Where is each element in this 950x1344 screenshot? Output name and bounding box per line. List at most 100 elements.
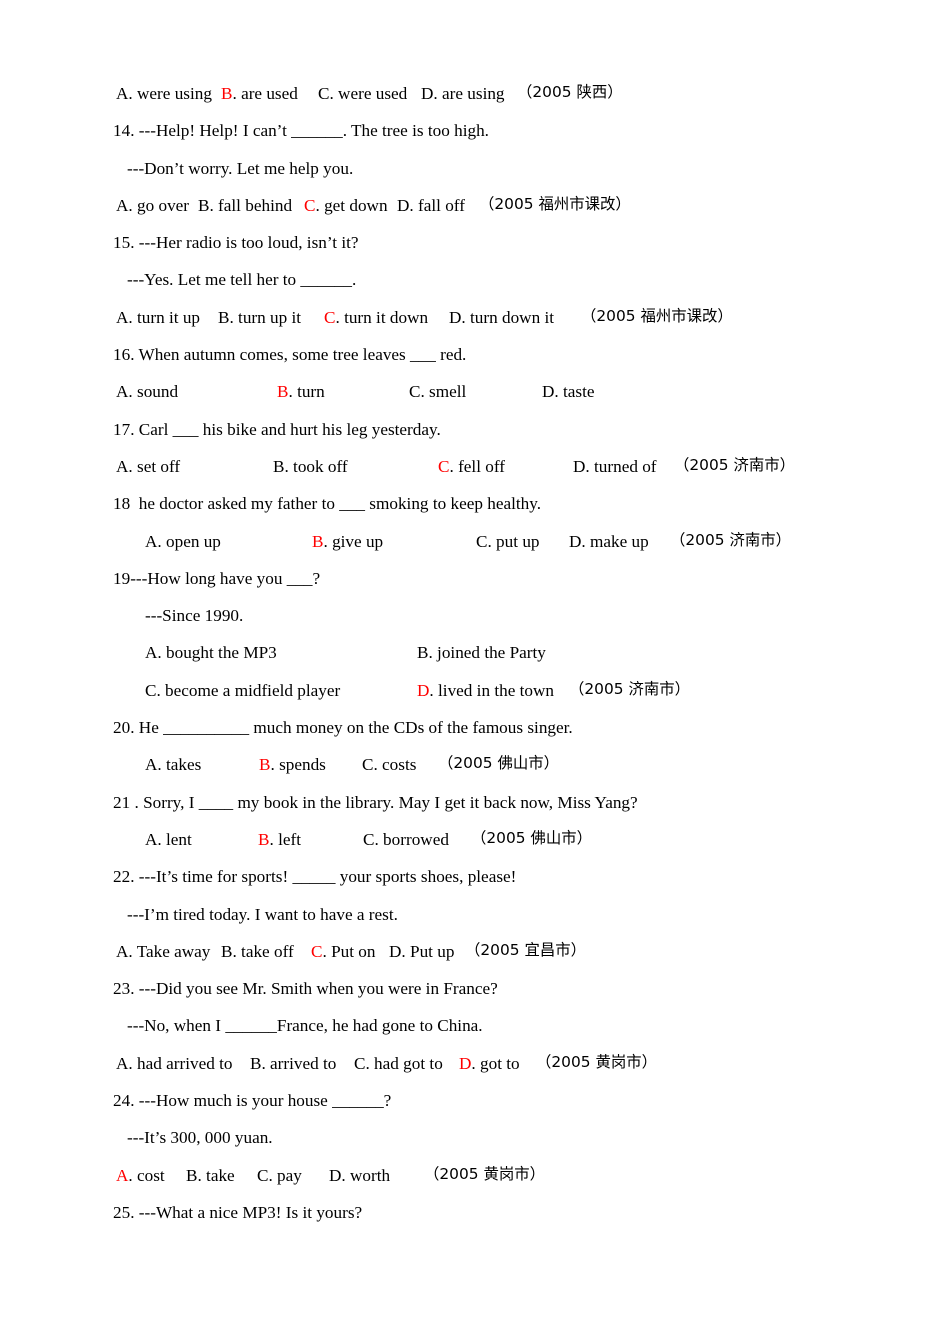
- answer-letter: A: [116, 1165, 129, 1185]
- option-row-14: A. go over B. fall behind C. get down D.…: [113, 194, 873, 234]
- option-b-17: B. took off: [273, 456, 348, 476]
- option-a-17: A. set off: [116, 456, 181, 476]
- option-c-24: C. pay: [257, 1165, 302, 1185]
- option-row-19-top: A. bought the MP3 B. joined the Party: [113, 644, 873, 681]
- source-tag-q13: （2005 陕西）: [517, 83, 623, 101]
- answer-letter: B: [221, 84, 233, 103]
- option-a-18: A. open up: [145, 531, 221, 551]
- question-reply-24: ---It’s 300, 000 yuan.: [127, 1128, 273, 1148]
- answer-letter: C: [304, 195, 316, 215]
- source-tag-20: （2005 佛山市）: [438, 754, 560, 773]
- answer-letter: B: [258, 829, 270, 849]
- source-tag-23: （2005 黄岗市）: [536, 1052, 658, 1071]
- option-a-q13: A. were using: [116, 84, 212, 103]
- question-reply-15: ---Yes. Let me tell her to ______.: [127, 270, 357, 290]
- answer-letter: D: [459, 1053, 472, 1073]
- option-b-22: B. take off: [221, 941, 294, 961]
- option-c-23: C. had got to: [354, 1053, 443, 1073]
- option-row-16: A. sound B. turn C. smell D. taste: [113, 383, 873, 420]
- source-tag-24: （2005 黄岗市）: [424, 1164, 546, 1183]
- option-b-24: B. take: [186, 1165, 235, 1185]
- source-tag-22: （2005 宜昌市）: [465, 940, 587, 959]
- option-row-19-bottom: C. become a midfield player D. lived in …: [113, 679, 873, 719]
- source-tag-14: （2005 福州市课改）: [479, 194, 631, 213]
- option-c-18: C. put up: [476, 531, 540, 551]
- source-tag-19: （2005 济南市）: [569, 679, 691, 698]
- option-c-22: C. Put on: [311, 943, 389, 960]
- question-stem-19: 19---How long have you ___?: [113, 568, 321, 588]
- option-row-24: A. cost B. take C. pay D. worth （2005 黄岗…: [113, 1164, 873, 1204]
- answer-letter: B: [312, 531, 324, 551]
- question-stem-23: 23. ---Did you see Mr. Smith when you we…: [113, 979, 498, 999]
- question-reply-19: ---Since 1990.: [145, 606, 244, 626]
- question-reply-14: ---Don’t worry. Let me help you.: [127, 158, 354, 178]
- option-c-text: . turn it down: [335, 307, 429, 327]
- option-d-17: D. turned of: [573, 456, 657, 476]
- option-d-16: D. taste: [542, 382, 595, 402]
- option-b-20: B. spends: [259, 756, 362, 773]
- option-row-q13: A. were using B. are used C. were used D…: [113, 83, 873, 122]
- question-stem-17: 17. Carl ___ his bike and hurt his leg y…: [113, 419, 441, 439]
- question-stem-18: 18 he doctor asked my father to ___ smok…: [113, 494, 541, 514]
- question-stem-25: 25. ---What a nice MP3! Is it yours?: [113, 1202, 363, 1222]
- option-c-21: C. borrowed: [363, 829, 449, 849]
- question-reply-23: ---No, when I ______France, he had gone …: [127, 1016, 483, 1036]
- question-stem-14: 14. ---Help! Help! I can’t ______. The t…: [113, 121, 489, 141]
- source-tag-18: （2005 济南市）: [670, 530, 792, 549]
- option-c-text: . Put on: [322, 941, 376, 961]
- option-d-15: D. turn down it: [449, 307, 555, 327]
- option-d-q13: D. are using: [421, 84, 505, 103]
- option-b-text: . left: [269, 829, 301, 849]
- answer-letter: C: [324, 307, 336, 327]
- source-tag-21: （2005 佛山市）: [471, 828, 593, 847]
- option-c-q13: C. were used: [318, 84, 408, 103]
- option-d-22: D. Put up: [389, 941, 455, 961]
- question-reply-22: ---I’m tired today. I want to have a res…: [127, 904, 398, 924]
- option-row-18: A. open up B. give up C. put up D. make …: [113, 530, 873, 570]
- option-b-text: . spends: [270, 755, 326, 775]
- option-b-text: . give up: [323, 531, 384, 551]
- option-a-19: A. bought the MP3: [145, 643, 277, 663]
- option-b-16: B. turn: [277, 383, 409, 400]
- option-row-15: A. turn it up B. turn up it C. turn it d…: [113, 306, 873, 346]
- question-list: A. were using B. are used C. were used D…: [113, 83, 873, 1241]
- answer-letter: D: [417, 680, 430, 700]
- option-c-16: C. smell: [409, 382, 467, 402]
- question-stem-22: 22. ---It’s time for sports! _____ your …: [113, 867, 517, 887]
- option-c-14: C. get down: [304, 197, 397, 214]
- option-b-23: B. arrived to: [250, 1053, 337, 1073]
- option-b-21: B. left: [258, 831, 363, 848]
- source-tag-17: （2005 济南市）: [674, 455, 796, 474]
- option-d-text: . lived in the town: [429, 680, 555, 700]
- option-b-19: B. joined the Party: [417, 643, 546, 663]
- option-a-21: A. lent: [145, 829, 192, 849]
- option-row-23: A. had arrived to B. arrived to C. had g…: [113, 1052, 873, 1092]
- question-stem-20: 20. He __________ much money on the CDs …: [113, 718, 573, 738]
- option-c-text: . fell off: [449, 456, 505, 476]
- option-d-text: . got to: [471, 1053, 520, 1073]
- option-b-14: B. fall behind: [198, 195, 293, 215]
- option-a-22: A. Take away: [116, 941, 211, 961]
- question-stem-24: 24. ---How much is your house ______?: [113, 1091, 392, 1111]
- option-b-q13: B. are used: [221, 85, 318, 102]
- option-b-text: . turn: [288, 382, 325, 402]
- option-a-14: A. go over: [116, 195, 190, 215]
- option-c-15: C. turn it down: [324, 309, 449, 326]
- option-a-20: A. takes: [145, 755, 202, 775]
- question-stem-15: 15. ---Her radio is too loud, isn’t it?: [113, 233, 359, 253]
- option-a-24: A. cost: [116, 1167, 186, 1184]
- question-stem-16: 16. When autumn comes, some tree leaves …: [113, 345, 467, 365]
- option-c-text: . get down: [315, 195, 388, 215]
- answer-letter: C: [438, 456, 450, 476]
- option-row-17: A. set off B. took off C. fell off D. tu…: [113, 455, 873, 495]
- option-d-18: D. make up: [569, 531, 649, 551]
- option-a-23: A. had arrived to: [116, 1053, 233, 1073]
- answer-letter: B: [277, 382, 289, 402]
- option-c-19: C. become a midfield player: [145, 680, 341, 700]
- source-tag-15: （2005 福州市课改）: [581, 306, 733, 325]
- option-a-16: A. sound: [116, 382, 179, 402]
- option-d-24: D. worth: [329, 1165, 391, 1185]
- option-row-21: A. lent B. left C. borrowed （2005 佛山市）: [113, 828, 873, 868]
- option-d-19: D. lived in the town: [417, 682, 569, 699]
- option-b-15: B. turn up it: [218, 307, 302, 327]
